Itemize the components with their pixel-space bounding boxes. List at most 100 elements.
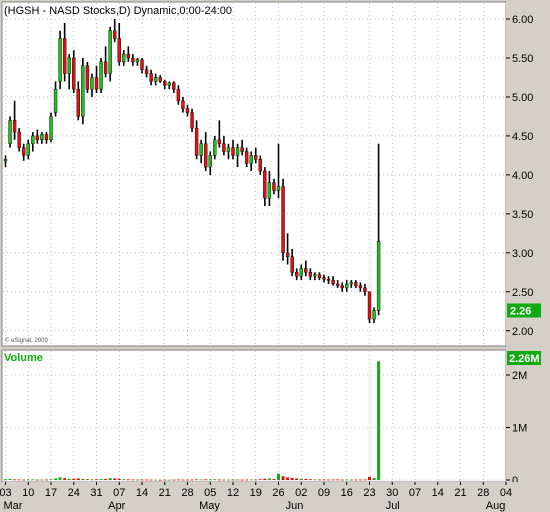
candle-body — [235, 147, 240, 156]
volume-bar — [245, 479, 249, 481]
volume-bar — [358, 479, 362, 481]
day-label: 30 — [386, 487, 398, 499]
candle-body — [376, 240, 381, 311]
volume-bar — [145, 479, 149, 481]
price-tick-label: 4.50 — [512, 131, 533, 143]
candle-body — [67, 57, 71, 74]
volume-bar — [76, 478, 80, 480]
volume-bar — [44, 479, 48, 481]
day-label: 14 — [432, 487, 444, 499]
day-label: 07 — [113, 487, 125, 499]
volume-bar — [240, 479, 244, 481]
volume-bar — [85, 479, 89, 481]
candle-body — [340, 285, 344, 289]
candle-body — [263, 170, 267, 199]
candle-body — [81, 65, 85, 117]
volume-bar — [149, 479, 153, 481]
volume-bar — [22, 479, 26, 481]
volume-bar — [95, 479, 98, 481]
volume-bar — [49, 479, 53, 481]
volume-bar — [4, 479, 7, 481]
candle-body — [85, 65, 90, 90]
volume-bar — [299, 478, 303, 480]
volume-bar — [304, 478, 308, 480]
candle-body — [40, 134, 44, 141]
candle-body — [26, 143, 30, 156]
candle-body — [331, 279, 335, 285]
candle-body — [249, 155, 253, 164]
price-tick-label: 3.00 — [512, 248, 533, 260]
candle-body — [144, 69, 149, 74]
candle-body — [317, 274, 322, 278]
candle-body — [12, 120, 17, 133]
candle-body — [126, 53, 131, 59]
candle-body — [181, 100, 185, 109]
volume-bar — [336, 479, 340, 481]
volume-bar — [167, 479, 171, 481]
volume-bar — [40, 479, 44, 481]
candle-body — [217, 139, 222, 144]
volume-bar — [267, 478, 271, 480]
candle-body — [58, 38, 62, 82]
volume-tick-label: 1M — [512, 423, 527, 435]
volume-bar — [231, 479, 235, 481]
volume-bar — [281, 476, 285, 480]
volume-bar — [217, 479, 221, 481]
volume-bar — [26, 479, 30, 481]
candle-body — [244, 151, 249, 164]
price-tick-label: 6.00 — [512, 14, 533, 26]
day-label: 02 — [295, 487, 307, 499]
month-label: Jun — [286, 500, 304, 512]
volume-bar — [186, 479, 189, 481]
volume-label: Volume — [4, 352, 43, 364]
volume-bar — [172, 479, 176, 481]
day-label: 28 — [477, 487, 489, 499]
price-tick-label: 5.50 — [512, 53, 533, 65]
candle-body — [99, 61, 103, 90]
volume-bar — [8, 478, 12, 480]
candle-body — [308, 272, 313, 277]
volume-bar — [163, 479, 167, 481]
candle-body — [131, 57, 135, 63]
volume-bar — [368, 476, 371, 480]
volume-bar — [204, 479, 208, 481]
volume-bar — [104, 478, 108, 480]
volume-bar — [277, 473, 280, 480]
candle-body — [295, 272, 299, 277]
candle-body — [335, 283, 340, 286]
candle-body — [358, 285, 363, 289]
volume-bar — [176, 479, 180, 481]
day-label: 03 — [0, 487, 12, 499]
volume-bar — [131, 479, 135, 481]
volume-bar — [236, 479, 240, 481]
candle-body — [285, 252, 290, 257]
candle-body — [367, 291, 372, 320]
candle-body — [290, 256, 294, 273]
candle-body — [44, 134, 49, 141]
day-label: 16 — [341, 487, 353, 499]
candle-body — [199, 143, 203, 156]
volume-bar — [363, 479, 367, 481]
volume-bar — [254, 479, 258, 481]
day-label: 21 — [454, 487, 466, 499]
candle-body — [31, 135, 35, 144]
candle-body — [167, 82, 172, 86]
volume-bar — [158, 479, 162, 481]
volume-bar — [308, 479, 312, 481]
candle-body — [254, 155, 258, 160]
volume-bar — [126, 479, 130, 481]
candle-body — [354, 282, 358, 286]
volume-bar — [113, 478, 117, 480]
month-label: Mar — [4, 500, 23, 512]
candle-body — [62, 38, 67, 74]
candle-body — [94, 77, 99, 90]
price-tick-label: 2.00 — [512, 326, 533, 338]
volume-bar — [327, 479, 331, 481]
day-label: 14 — [136, 487, 148, 499]
candle-body — [276, 186, 281, 191]
volume-bar — [349, 479, 353, 481]
candle-body — [117, 38, 121, 63]
volume-bar — [81, 478, 85, 480]
day-label: 12 — [227, 487, 239, 499]
volume-bar — [117, 478, 121, 480]
